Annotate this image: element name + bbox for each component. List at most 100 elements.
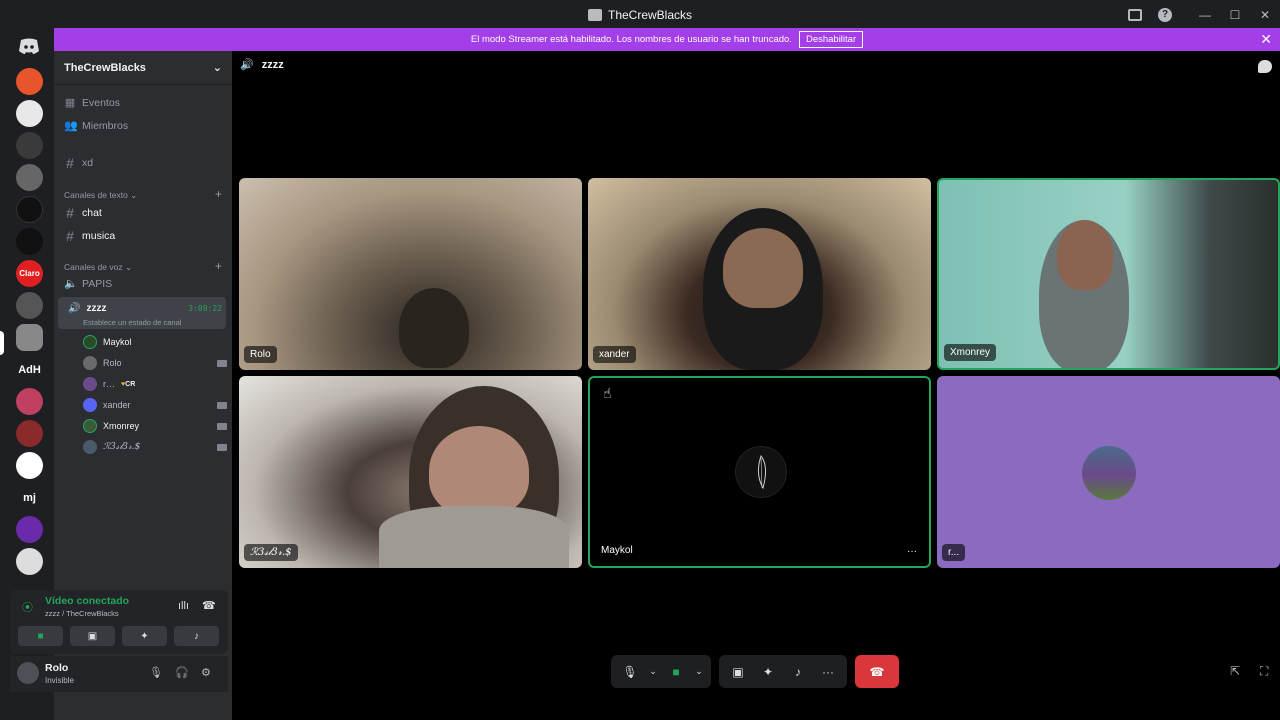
server-logo-icon — [587, 9, 602, 21]
video-tile[interactable]: ℛ3𝓈𝓉3𝓇.$ — [239, 376, 582, 568]
add-text-channel-icon[interactable]: + — [215, 187, 222, 201]
server-icon[interactable] — [16, 100, 43, 127]
disable-streamer-button[interactable]: Deshabilitar — [798, 31, 864, 48]
hash-icon: # — [66, 205, 74, 221]
voice-member[interactable]: Maykol — [83, 335, 223, 349]
activities-button[interactable]: ✦ — [122, 626, 167, 646]
server-icon[interactable] — [16, 548, 43, 575]
events-item[interactable]: ▦ Eventos — [64, 96, 120, 110]
voice-status-title: Vídeo conectado — [45, 595, 130, 607]
feather-icon — [757, 454, 767, 490]
camera-icon: ■ — [37, 630, 44, 642]
camera-button[interactable]: ■ — [663, 660, 689, 684]
voice-channel-papis[interactable]: 🔈 PAPIS — [64, 277, 112, 291]
participant-name: Maykol — [595, 542, 639, 559]
add-voice-channel-icon[interactable]: + — [215, 259, 222, 273]
chevron-down-icon[interactable]: ⌄ — [693, 660, 705, 684]
avatar — [83, 335, 97, 349]
video-tile[interactable]: xander — [588, 178, 931, 370]
microphone-button[interactable]: 🎙 — [617, 660, 643, 684]
close-banner-icon[interactable]: ✕ — [1260, 31, 1272, 48]
screen-share-button[interactable]: ▣ — [70, 626, 115, 646]
inbox-icon[interactable] — [1128, 9, 1142, 21]
text-category[interactable]: Canales de texto ⌄ — [64, 190, 137, 201]
video-tile-speaking[interactable]: Xmonrey — [937, 178, 1280, 370]
members-icon: 👥 — [64, 120, 78, 132]
participant-video — [399, 288, 469, 368]
soundboard-button[interactable]: ♪ — [785, 660, 811, 684]
member-name: r… — [103, 379, 115, 389]
server-icon[interactable] — [16, 196, 43, 223]
server-icon[interactable] — [16, 228, 43, 255]
voice-member[interactable]: Xmonrey — [83, 419, 227, 433]
streamer-mode-banner: El modo Streamer está habilitado. Los no… — [54, 28, 1280, 51]
voice-member[interactable]: ℛ3𝓈𝓉3𝓇.$ — [83, 440, 227, 454]
help-icon[interactable]: ? — [1158, 8, 1172, 22]
server-icon[interactable] — [16, 164, 43, 191]
server-icon[interactable] — [16, 452, 43, 479]
channel-musica[interactable]: # musica — [64, 228, 115, 244]
server-icon[interactable] — [16, 388, 43, 415]
server-icon[interactable] — [16, 420, 43, 447]
server-icon-mj[interactable]: mj — [16, 484, 43, 511]
video-tile[interactable]: r... — [937, 376, 1280, 568]
server-icon-thecrewblacks[interactable] — [16, 324, 43, 351]
camera-icon — [217, 443, 227, 451]
gear-icon[interactable]: ⚙ — [201, 666, 211, 679]
activities-button[interactable]: ✦ — [755, 660, 781, 684]
close-window-button[interactable]: ✕ — [1250, 8, 1280, 22]
more-options-button[interactable]: ··· — [901, 544, 923, 559]
voice-channel-zzzz[interactable]: 🔊 zzzz — [68, 303, 106, 314]
more-options-button[interactable]: ··· — [815, 660, 841, 684]
pop-out-icon[interactable]: ⇱ — [1230, 664, 1240, 678]
voice-member[interactable]: xander — [83, 398, 227, 412]
video-tile-speaking[interactable]: Maykol ··· — [588, 376, 931, 568]
avatar — [83, 377, 97, 391]
server-icon-adh[interactable]: AdH — [16, 356, 43, 383]
noise-suppression-icon[interactable]: ıllı — [178, 600, 189, 612]
channel-status[interactable]: Establece un estado de canal — [83, 318, 181, 327]
participant-face — [1057, 220, 1113, 290]
chat-bubble-icon[interactable] — [1258, 60, 1272, 73]
server-icon[interactable] — [16, 516, 43, 543]
camera-toggle-button[interactable]: ■ — [18, 626, 63, 646]
channel-xd[interactable]: # xd — [64, 155, 93, 171]
voice-member[interactable]: Rolo — [83, 356, 227, 370]
server-header[interactable]: TheCrewBlacks ⌄ — [54, 51, 232, 85]
server-icon[interactable] — [16, 132, 43, 159]
channel-chat[interactable]: # chat — [64, 205, 102, 221]
voice-category[interactable]: Canales de voz ⌄ — [64, 262, 132, 273]
video-tile[interactable]: Rolo — [239, 178, 582, 370]
channel-label: xd — [82, 157, 94, 169]
calendar-icon: ▦ — [64, 97, 76, 109]
participant-face — [723, 228, 803, 308]
clan-tag-label: CR — [125, 380, 136, 388]
category-label: Canales de voz — [64, 262, 123, 272]
server-icon[interactable] — [16, 68, 43, 95]
minimize-button[interactable]: — — [1190, 8, 1220, 22]
user-name[interactable]: Rolo — [45, 662, 68, 674]
avatar — [83, 398, 97, 412]
share-group: ▣ ✦ ♪ ··· — [719, 655, 847, 688]
chevron-down-icon[interactable]: ⌄ — [647, 660, 659, 684]
server-icon[interactable] — [16, 292, 43, 319]
connection-signal-icon[interactable]: ⦿ — [22, 599, 33, 615]
channel-label: zzzz — [86, 303, 107, 314]
server-icon-claro[interactable]: Claro — [16, 260, 43, 287]
user-avatar[interactable] — [17, 662, 39, 684]
maximize-button[interactable]: ☐ — [1220, 8, 1250, 22]
microphone-icon[interactable]: 🎙 — [149, 666, 163, 679]
server-name: TheCrewBlacks — [64, 61, 146, 74]
discord-logo-icon[interactable] — [17, 37, 41, 55]
voice-member[interactable]: r… ♥CR — [83, 377, 223, 391]
headphones-icon[interactable]: 🎧 — [175, 666, 189, 679]
disconnect-icon[interactable]: ☎ — [202, 599, 216, 612]
soundboard-button[interactable]: ♪ — [174, 626, 219, 646]
speaker-icon: 🔊 — [68, 303, 81, 314]
window-title: TheCrewBlacks — [607, 8, 693, 22]
hang-up-button[interactable]: ☎ — [855, 655, 899, 688]
voice-status-subtitle[interactable]: zzzz / TheCrewBlacks — [45, 609, 119, 618]
screen-share-button[interactable]: ▣ — [725, 660, 751, 684]
fullscreen-icon[interactable]: ⛶ — [1260, 664, 1268, 679]
members-item[interactable]: 👥 Miembros — [64, 119, 128, 133]
